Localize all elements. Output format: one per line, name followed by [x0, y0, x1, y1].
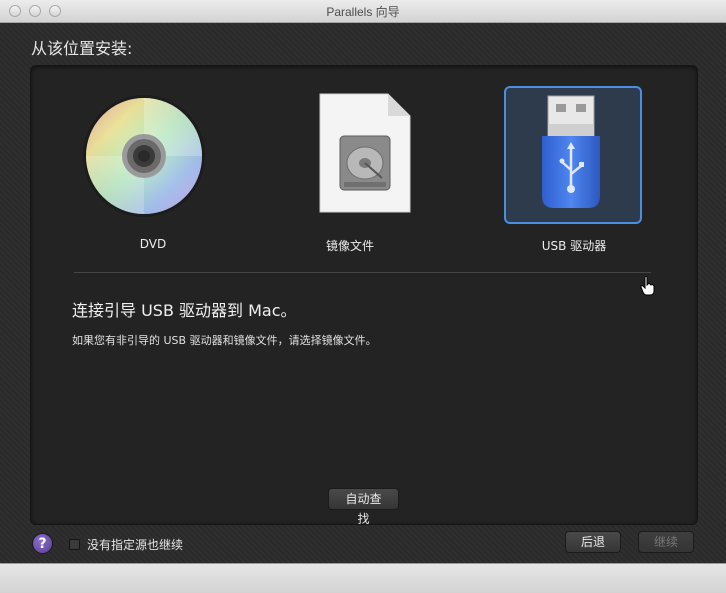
- source-option-label: USB 驱动器: [541, 239, 607, 253]
- source-option-dvd[interactable]: DVD: [81, 86, 225, 256]
- window-title: Parallels 向导: [326, 5, 400, 19]
- option-tile-selected: [504, 86, 642, 224]
- dvd-disc-icon: [83, 95, 205, 217]
- help-button[interactable]: ?: [32, 533, 53, 554]
- hand-cursor-icon: [640, 276, 655, 296]
- continue-button[interactable]: 继续: [638, 531, 694, 553]
- instruction-title: 连接引导 USB 驱动器到 Mac。: [72, 301, 297, 320]
- option-tile: [83, 86, 221, 224]
- back-button[interactable]: 后退: [565, 531, 621, 553]
- source-option-label: 镜像文件: [325, 239, 374, 253]
- source-option-label: DVD: [139, 237, 167, 251]
- source-option-usb-drive[interactable]: USB 驱动器: [502, 86, 646, 256]
- source-selection-panel: DVD 镜像文件 USB 驱动器 连接引导 USB 驱动器到 Mac。 如果您有…: [30, 65, 698, 526]
- source-option-image-file[interactable]: 镜像文件: [278, 86, 422, 256]
- disk-image-file-icon: [319, 93, 411, 213]
- wizard-content: 从该位置安装: DVD 镜像文件 USB 驱动器 连接引导 USB 驱动器到 M…: [0, 23, 726, 563]
- title-bar: Parallels 向导: [0, 0, 726, 23]
- usb-drive-icon: [542, 95, 600, 208]
- parallels-wizard-window: Parallels 向导 从该位置安装: DVD 镜像文件 USB 驱动器 连接…: [0, 0, 726, 593]
- auto-find-button[interactable]: 自动查找: [328, 488, 399, 526]
- window-bottom-bar: [0, 563, 726, 593]
- option-tile: [280, 86, 418, 224]
- continue-without-source-checkbox[interactable]: [69, 539, 80, 550]
- install-source-heading: 从该位置安装:: [31, 39, 133, 58]
- continue-without-source-label[interactable]: 没有指定源也继续: [87, 536, 183, 553]
- instruction-subtitle: 如果您有非引导的 USB 驱动器和镜像文件，请选择镜像文件。: [72, 334, 377, 347]
- divider: [74, 272, 651, 273]
